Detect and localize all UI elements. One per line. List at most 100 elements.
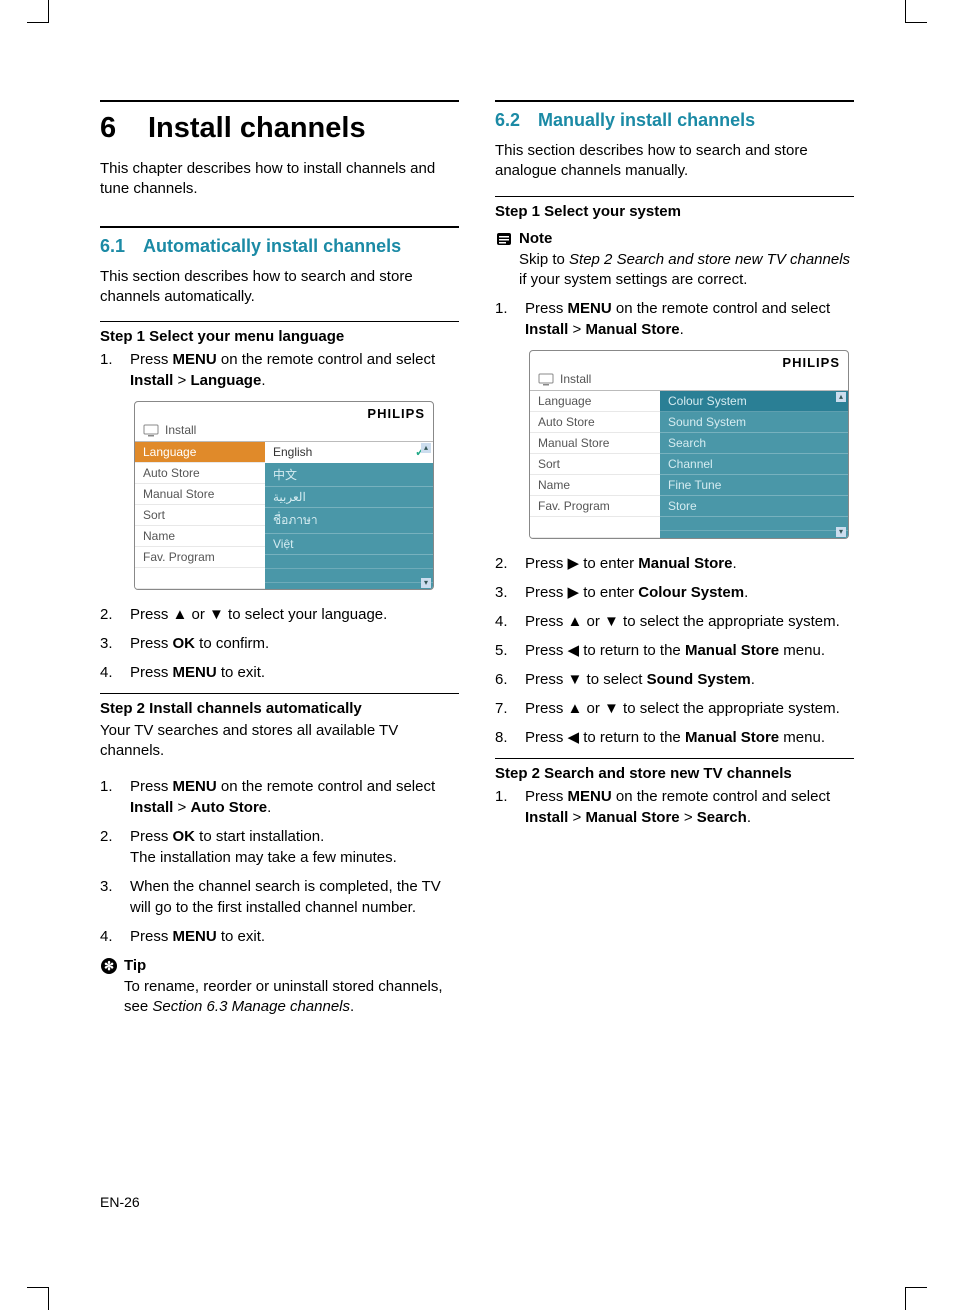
list-item: 2. Press OK to start installation.The ins…: [100, 826, 459, 868]
item-text: Press MENU on the remote control and sel…: [525, 298, 854, 340]
item-number: 2.: [100, 826, 118, 868]
tv-icon: [143, 423, 159, 437]
list-item: 1. Press MENU on the remote control and s…: [495, 298, 854, 340]
menu-title-row: Install: [530, 372, 848, 391]
item-number: 8.: [495, 727, 513, 748]
menu-title-row: Install: [135, 423, 433, 442]
item-number: 1.: [100, 349, 118, 391]
menu-option: Fine Tune: [660, 475, 848, 496]
note-label: Note: [519, 230, 552, 247]
step-1-list-continued: 2. Press ▶ to enter Manual Store. 3. Press…: [495, 553, 854, 748]
scroll-down-icon: ▾: [421, 578, 431, 588]
note-body: Skip to Step 2 Search and store new TV c…: [495, 250, 854, 291]
item-number: 4.: [495, 611, 513, 632]
crop-mark: [27, 1287, 49, 1288]
section-number: 6.1: [100, 236, 125, 257]
menu-item: Language: [135, 442, 265, 463]
menu-right-pane: ▴ Colour System Sound System Search Chan…: [660, 391, 848, 538]
menu-screenshot-language: PHILIPS Install Language Auto Store Manu…: [134, 401, 434, 590]
menu-option: Channel: [660, 454, 848, 475]
menu-right-pane: ▴ English✓ 中文 العربية ชื่อภาษา Việt ▾: [265, 442, 433, 589]
menu-item: Sort: [135, 505, 265, 526]
section-6-2-intro: This section describes how to search and…: [495, 141, 854, 182]
step-2-intro: Your TV searches and stores all availabl…: [100, 721, 459, 762]
chapter-heading: 6Install channels: [100, 100, 459, 145]
item-text: Press ▶ to enter Colour System.: [525, 582, 854, 603]
menu-item: Fav. Program: [135, 547, 265, 568]
menu-left-pane: Language Auto Store Manual Store Sort Na…: [530, 391, 660, 538]
step-1-title: Step 1 Select your menu language: [100, 321, 459, 345]
item-number: 4.: [100, 926, 118, 947]
menu-title: Install: [165, 423, 196, 437]
list-item: 3. Press ▶ to enter Colour System.: [495, 582, 854, 603]
step-2-title: Step 2 Install channels automatically: [100, 693, 459, 717]
tv-icon: [538, 372, 554, 386]
list-item: 1.Press MENU on the remote control and s…: [495, 786, 854, 828]
menu-option: العربية: [265, 487, 433, 508]
item-number: 4.: [100, 662, 118, 683]
section-number: 6.2: [495, 110, 520, 131]
step-2-title: Step 2 Search and store new TV channels: [495, 758, 854, 782]
menu-option: Store: [660, 496, 848, 517]
item-text: Press MENU on the remote control and sel…: [525, 786, 854, 828]
chapter-number: 6: [100, 112, 148, 145]
crop-mark: [905, 22, 927, 23]
note-heading: Note: [495, 230, 854, 248]
item-text: Press MENU to exit.: [130, 662, 459, 683]
section-6-2-heading: 6.2 Manually install channels: [495, 100, 854, 131]
menu-option: Colour System: [660, 391, 848, 412]
step-2-list: 1. Press MENU on the remote control and s…: [100, 776, 459, 947]
menu-option: Search: [660, 433, 848, 454]
left-column: 6Install channels This chapter describes…: [100, 100, 459, 1025]
chapter-intro: This chapter describes how to install ch…: [100, 159, 459, 200]
right-column: 6.2 Manually install channels This secti…: [495, 100, 854, 1025]
list-item: 4. Press MENU to exit.: [100, 662, 459, 683]
list-item: 5.Press ◀ to return to the Manual Store …: [495, 640, 854, 661]
tip-body: To rename, reorder or uninstall stored c…: [100, 977, 459, 1018]
item-text: Press ▶ to enter Manual Store.: [525, 553, 854, 574]
step-1-list-continued: 2.Press ▲ or ▼ to select your language. …: [100, 604, 459, 683]
menu-item: Sort: [530, 454, 660, 475]
scroll-up-icon: ▴: [421, 443, 431, 453]
scroll-up-icon: ▴: [836, 392, 846, 402]
section-6-1-heading: 6.1 Automatically install channels: [100, 226, 459, 257]
list-item: 1. Press MENU on the remote control and …: [100, 349, 459, 391]
svg-text:✻: ✻: [104, 959, 114, 973]
item-text: Press OK to confirm.: [130, 633, 459, 654]
menu-item: [530, 517, 660, 538]
item-number: 3.: [495, 582, 513, 603]
tip-heading: ✻ Tip: [100, 957, 459, 975]
list-item: 3.Press OK to confirm.: [100, 633, 459, 654]
item-number: 3.: [100, 876, 118, 918]
item-text: Press MENU on the remote control and sel…: [130, 776, 459, 818]
item-text: Press MENU on the remote control and sel…: [130, 349, 459, 391]
item-text: Press ▲ or ▼ to select your language.: [130, 604, 459, 625]
menu-option: Việt: [265, 534, 433, 555]
item-number: 1.: [100, 776, 118, 818]
menu-option: English✓: [265, 442, 433, 463]
item-number: 2.: [495, 553, 513, 574]
menu-left-pane: Language Auto Store Manual Store Sort Na…: [135, 442, 265, 589]
step-2-list: 1.Press MENU on the remote control and s…: [495, 786, 854, 828]
crop-mark: [905, 0, 906, 22]
menu-title: Install: [560, 372, 591, 386]
item-text: Press ▼ to select Sound System.: [525, 669, 854, 690]
item-number: 1.: [495, 298, 513, 340]
list-item: 2. Press ▶ to enter Manual Store.: [495, 553, 854, 574]
menu-item: [135, 568, 265, 589]
list-item: 2.Press ▲ or ▼ to select your language.: [100, 604, 459, 625]
item-text: Press ▲ or ▼ to select the appropriate s…: [525, 698, 854, 719]
menu-option: ชื่อภาษา: [265, 508, 433, 534]
step-1-list: 1. Press MENU on the remote control and …: [100, 349, 459, 391]
scroll-down-icon: ▾: [836, 527, 846, 537]
menu-item: Auto Store: [530, 412, 660, 433]
item-text: Press ◀ to return to the Manual Store me…: [525, 727, 854, 748]
menu-item: Auto Store: [135, 463, 265, 484]
list-item: 3.When the channel search is completed, …: [100, 876, 459, 918]
step-1-title: Step 1 Select your system: [495, 196, 854, 220]
menu-item: Manual Store: [530, 433, 660, 454]
section-6-1-intro: This section describes how to search and…: [100, 267, 459, 308]
item-text: Press OK to start installation.The insta…: [130, 826, 459, 868]
menu-item: Name: [135, 526, 265, 547]
list-item: 8. Press ◀ to return to the Manual Store …: [495, 727, 854, 748]
